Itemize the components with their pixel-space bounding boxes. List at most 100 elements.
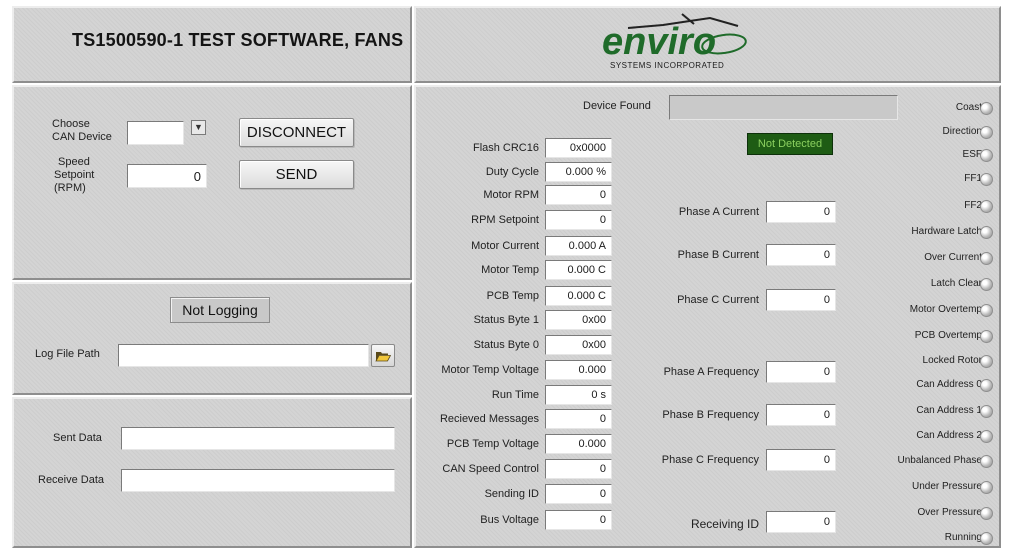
- readout-label: Duty Cycle: [485, 166, 539, 178]
- send-button[interactable]: SEND: [239, 160, 354, 189]
- speed-label-3: (RPM): [54, 182, 86, 194]
- receive-data-field: [121, 469, 395, 492]
- phase-label: Phase B Current: [677, 249, 759, 261]
- receive-data-label: Receive Data: [38, 474, 105, 486]
- led-indicator-icon: [980, 173, 993, 186]
- readout-value: 0.000 C: [545, 286, 612, 306]
- indicator-label: Coast: [955, 102, 982, 113]
- log-file-path-input[interactable]: [118, 344, 369, 367]
- led-indicator-icon: [980, 532, 993, 545]
- led-indicator-icon: [980, 102, 993, 115]
- phase-label: Phase C Frequency: [661, 454, 759, 466]
- readout-label: Run Time: [491, 389, 539, 401]
- readout-value: 0: [545, 459, 612, 479]
- indicator-label: Unbalanced Phase: [897, 455, 982, 466]
- led-indicator-icon: [980, 252, 993, 265]
- phase-label: Phase A Frequency: [663, 366, 759, 378]
- not-detected-indicator: Not Detected: [747, 133, 833, 155]
- phase-value: 0: [766, 201, 836, 223]
- led-indicator-icon: [980, 379, 993, 392]
- indicator-label: Over Pressure: [917, 507, 982, 518]
- log-path-label: Log File Path: [35, 348, 100, 360]
- led-indicator-icon: [980, 430, 993, 443]
- led-indicator-icon: [980, 455, 993, 468]
- led-indicator-icon: [980, 149, 993, 162]
- readout-value: 0 s: [545, 385, 612, 405]
- choose-label-2: CAN Device: [52, 131, 112, 143]
- readout-value: 0: [545, 510, 612, 530]
- phase-label: Phase A Current: [678, 206, 759, 218]
- phase-label: Phase C Current: [677, 294, 759, 306]
- readout-label: Sending ID: [484, 488, 539, 500]
- speed-label-2: Setpoint: [54, 169, 95, 181]
- readout-label: Bus Voltage: [480, 514, 539, 526]
- phase-value: 0: [766, 449, 836, 471]
- sent-data-field: [121, 427, 395, 450]
- led-indicator-icon: [980, 330, 993, 343]
- indicator-label: Locked Rotor: [922, 355, 982, 366]
- indicator-label: Latch Clear: [930, 278, 982, 289]
- phase-value: 0: [766, 244, 836, 266]
- can-device-select[interactable]: [127, 121, 184, 145]
- led-indicator-icon: [980, 405, 993, 418]
- readout-value: 0.000: [545, 434, 612, 454]
- chevron-down-icon[interactable]: ▼: [191, 120, 206, 135]
- readout-label: Motor Temp: [481, 264, 539, 276]
- readout-label: RPM Setpoint: [471, 214, 539, 226]
- phase-value: 0: [766, 289, 836, 311]
- readout-value: 0: [545, 484, 612, 504]
- choose-label-1: Choose: [52, 118, 90, 130]
- indicator-label: Direction: [942, 126, 982, 137]
- readout-value: 0x00: [545, 310, 612, 330]
- disconnect-button[interactable]: DISCONNECT: [239, 118, 354, 147]
- led-indicator-icon: [980, 355, 993, 368]
- device-found-field: [669, 95, 898, 120]
- led-indicator-icon: [980, 278, 993, 291]
- readout-label: PCB Temp: [486, 290, 539, 302]
- readout-label: Recieved Messages: [439, 413, 539, 425]
- readout-value: 0x0000: [545, 138, 612, 158]
- readout-value: 0: [545, 409, 612, 429]
- indicator-label: Can Address 2: [916, 430, 982, 441]
- readout-value: 0.000 C: [545, 260, 612, 280]
- sent-data-label: Sent Data: [53, 432, 102, 444]
- readout-label: PCB Temp Voltage: [446, 438, 539, 450]
- readout-label: Flash CRC16: [472, 142, 539, 154]
- phase-value: 0: [766, 361, 836, 383]
- indicator-label: Over Current: [924, 252, 982, 263]
- readout-label: Motor Temp Voltage: [441, 364, 539, 376]
- readout-value: 0.000 %: [545, 162, 612, 182]
- readout-value: 0: [545, 210, 612, 230]
- speed-setpoint-input[interactable]: 0: [127, 164, 207, 188]
- indicator-label: Motor Overtemp: [909, 304, 982, 315]
- led-indicator-icon: [980, 126, 993, 139]
- browse-folder-button[interactable]: [371, 344, 395, 367]
- led-indicator-icon: [980, 481, 993, 494]
- readout-label: Status Byte 0: [473, 339, 539, 351]
- logo-subtitle: SYSTEMS INCORPORATED: [610, 61, 724, 70]
- enviro-logo: enviro SYSTEMS INCORPORATED: [602, 13, 747, 70]
- indicator-label: Under Pressure: [911, 481, 982, 492]
- logging-toggle-button[interactable]: Not Logging: [170, 297, 270, 323]
- receiving-id-value: 0: [766, 511, 836, 533]
- readout-value: 0.000: [545, 360, 612, 380]
- app-title: TS1500590-1 TEST SOFTWARE, FANS: [72, 30, 404, 50]
- indicator-label: Hardware Latch: [911, 226, 982, 237]
- readout-label: Motor RPM: [483, 189, 539, 201]
- receiving-id-label: Receiving ID: [690, 517, 759, 531]
- readout-value: 0x00: [545, 335, 612, 355]
- logo-word: enviro: [602, 21, 716, 63]
- indicator-label: Can Address 0: [916, 379, 982, 390]
- readout-value: 0: [545, 185, 612, 205]
- readout-label: Motor Current: [471, 240, 539, 252]
- readout-label: Status Byte 1: [473, 314, 539, 326]
- phase-value: 0: [766, 404, 836, 426]
- speed-label-1: Speed: [58, 156, 90, 168]
- phase-label: Phase B Frequency: [662, 409, 759, 421]
- logo-panel: enviro SYSTEMS INCORPORATED: [414, 6, 1001, 83]
- led-indicator-icon: [980, 304, 993, 317]
- led-indicator-icon: [980, 200, 993, 213]
- readout-label: CAN Speed Control: [442, 463, 539, 475]
- indicator-label: Running: [944, 532, 982, 543]
- indicator-label: PCB Overtemp: [914, 330, 982, 341]
